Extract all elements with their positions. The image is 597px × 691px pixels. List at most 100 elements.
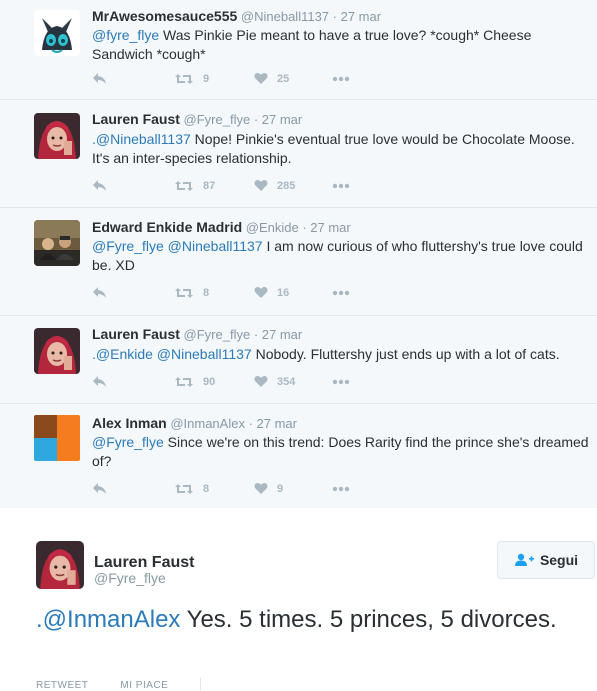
avatar[interactable]	[34, 113, 80, 159]
author-name[interactable]: Edward Enkide Madrid	[92, 219, 242, 235]
like-button[interactable]: 9	[254, 482, 283, 495]
more-icon	[332, 486, 350, 492]
mention-link[interactable]: .@InmanAlex	[36, 606, 180, 633]
like-button[interactable]: 354	[254, 375, 295, 388]
tweet-text: .@InmanAlex Yes. 5 times. 5 princes, 5 d…	[36, 604, 566, 636]
avatar[interactable]	[36, 541, 84, 589]
timestamp[interactable]: 27 mar	[262, 327, 302, 342]
stats-divider	[200, 678, 201, 690]
timestamp[interactable]: 27 mar	[257, 416, 297, 431]
tweet-body: Yes. 5 times. 5 princes, 5 divorces.	[180, 606, 557, 633]
retweet-button[interactable]: 9	[174, 72, 209, 86]
avatar[interactable]	[34, 328, 80, 374]
reply-button[interactable]	[92, 482, 108, 496]
tweet-text: @Fyre_flye @Nineball1137 I am now curiou…	[92, 237, 592, 275]
heart-icon	[254, 376, 268, 387]
heart-icon	[254, 483, 268, 494]
follow-button[interactable]: Segui	[497, 541, 595, 579]
retweet-icon	[175, 181, 193, 191]
author-name[interactable]: Lauren Faust	[92, 111, 180, 127]
like-count: 16	[277, 286, 290, 299]
retweet-button[interactable]: 90	[174, 375, 215, 389]
reply-button[interactable]	[92, 375, 108, 389]
reply-button[interactable]	[92, 72, 108, 86]
like-button[interactable]: 285	[254, 179, 295, 192]
reply-header: Lauren Faust @Fyre_flye · 27 mar	[92, 326, 302, 342]
mention-link[interactable]: @Fyre_flye	[92, 434, 164, 450]
like-count: 25	[277, 72, 290, 85]
timestamp[interactable]: 27 mar	[310, 220, 350, 235]
timestamp[interactable]: 27 mar	[262, 112, 302, 127]
reply-icon	[93, 483, 106, 494]
heart-icon	[254, 180, 268, 191]
author-handle[interactable]: @Fyre_flye	[94, 570, 166, 586]
reply-tweet[interactable]: Lauren Faust @Fyre_flye · 27 mar .@Nineb…	[0, 100, 597, 208]
tweet-body: Nobody. Fluttershy just ends up with a l…	[251, 346, 560, 362]
tweet-text: @Fyre_flye Since we're on this trend: Do…	[92, 433, 592, 471]
author-handle[interactable]: @Fyre_flye	[184, 327, 251, 342]
reply-header: Lauren Faust @Fyre_flye · 27 mar	[92, 111, 302, 127]
follow-label: Segui	[539, 552, 579, 568]
retweet-count: 8	[203, 483, 210, 495]
separator: ·	[298, 220, 311, 235]
reply-tweet[interactable]: Alex Inman @InmanAlex · 27 mar @Fyre_fly…	[0, 404, 597, 508]
retweet-count: 8	[203, 287, 210, 299]
stat-like-label[interactable]: MI PIACE	[120, 680, 168, 691]
reply-header: MrAwesomesauce555 @Nineball1137 · 27 mar	[92, 8, 381, 24]
reply-tweet[interactable]: Lauren Faust @Fyre_flye · 27 mar .@Enkid…	[0, 316, 597, 404]
like-button[interactable]: 25	[254, 72, 289, 85]
more-button[interactable]	[332, 183, 350, 189]
separator: ·	[329, 9, 341, 24]
like-count: 354	[277, 375, 296, 388]
author-name[interactable]: Alex Inman	[92, 415, 167, 431]
mention-link[interactable]: @Fyre_flye @Nineball1137	[92, 238, 263, 254]
avatar[interactable]	[34, 220, 80, 266]
retweet-button[interactable]: 87	[174, 179, 215, 193]
mention-link[interactable]: .@Nineball1137	[92, 131, 191, 147]
follow-person-icon	[514, 553, 534, 566]
more-button[interactable]	[332, 486, 350, 492]
more-icon	[332, 379, 350, 385]
mention-link[interactable]: @fyre_flye	[92, 27, 159, 43]
tweet-stats: RETWEET MI PIACE	[36, 680, 200, 691]
avatar[interactable]	[34, 10, 80, 56]
timestamp[interactable]: 27 mar	[341, 9, 381, 24]
more-button[interactable]	[332, 379, 350, 385]
author-name[interactable]: Lauren Faust	[92, 326, 180, 342]
reply-header: Alex Inman @InmanAlex · 27 mar	[92, 415, 297, 431]
retweet-count: 90	[203, 376, 216, 388]
heart-icon	[254, 73, 268, 84]
more-button[interactable]	[332, 76, 350, 82]
more-icon	[332, 76, 350, 82]
reply-tweet[interactable]: MrAwesomesauce555 @Nineball1137 · 27 mar…	[0, 0, 597, 100]
retweet-icon	[175, 484, 193, 494]
author-handle[interactable]: @Fyre_flye	[184, 112, 251, 127]
like-button[interactable]: 16	[254, 286, 289, 299]
author-name[interactable]: MrAwesomesauce555	[92, 8, 237, 24]
author-handle[interactable]: @InmanAlex	[170, 416, 245, 431]
reply-button[interactable]	[92, 179, 108, 193]
main-tweet: Lauren Faust @Fyre_flye Segui .@InmanAle…	[0, 508, 597, 691]
separator: ·	[250, 327, 262, 342]
tweet-body: Since we're on this trend: Does Rarity f…	[92, 434, 589, 469]
tweet-text: @fyre_flye Was Pinkie Pie meant to have …	[92, 26, 592, 64]
mention-link[interactable]: .@Enkide @Nineball1137	[92, 346, 252, 362]
reply-button[interactable]	[92, 286, 108, 300]
retweet-button[interactable]: 8	[174, 482, 209, 496]
like-count: 285	[277, 179, 296, 192]
tweet-text: .@Nineball1137 Nope! Pinkie's eventual t…	[92, 130, 592, 168]
author-handle[interactable]: @Enkide	[246, 220, 299, 235]
retweet-count: 9	[203, 73, 210, 85]
stat-retweet-label[interactable]: RETWEET	[36, 680, 88, 691]
reply-tweet[interactable]: Edward Enkide Madrid @Enkide · 27 mar @F…	[0, 208, 597, 316]
author-handle[interactable]: @Nineball1137	[241, 9, 329, 24]
heart-icon	[254, 287, 268, 298]
avatar[interactable]	[34, 415, 80, 461]
reply-icon	[93, 180, 106, 191]
retweet-button[interactable]: 8	[174, 286, 209, 300]
retweet-count: 87	[203, 180, 216, 192]
retweet-icon	[175, 377, 193, 387]
tweet-text: .@Enkide @Nineball1137 Nobody. Fluttersh…	[92, 345, 592, 364]
more-button[interactable]	[332, 290, 350, 296]
retweet-icon	[175, 288, 193, 298]
